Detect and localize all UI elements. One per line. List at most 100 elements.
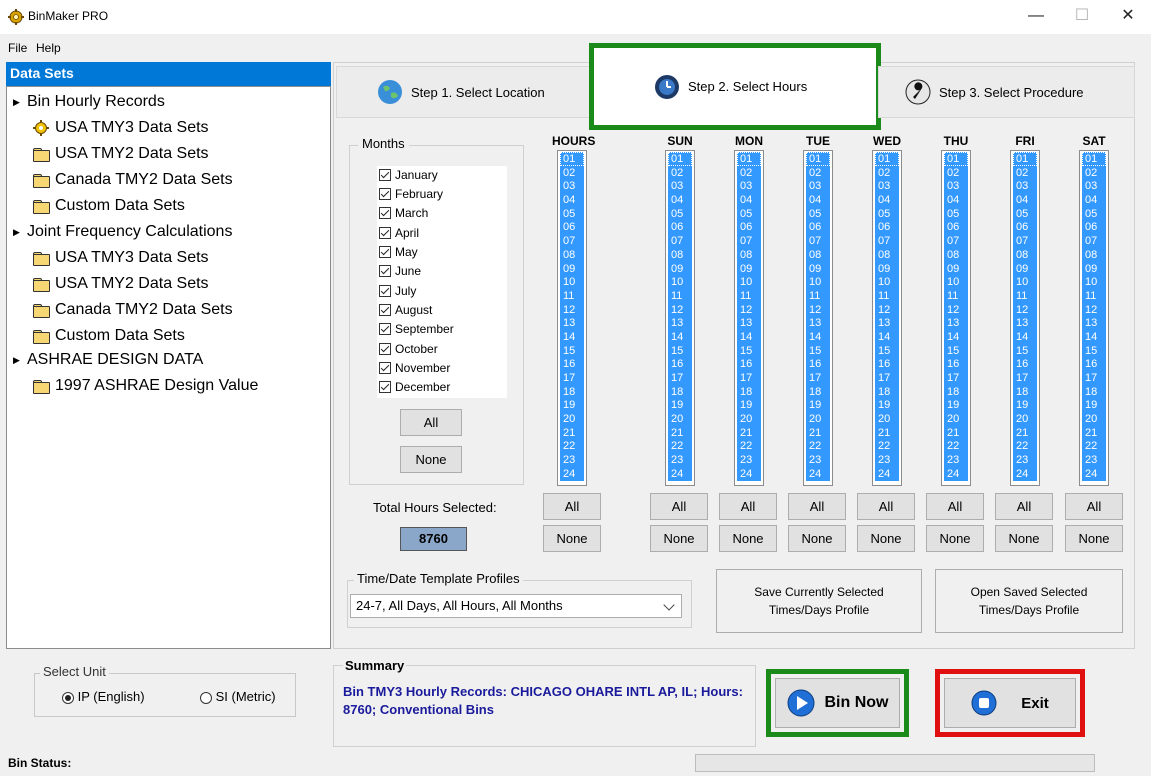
hour-item[interactable]: 22 [875, 439, 899, 454]
hour-item[interactable]: 11 [560, 288, 584, 303]
hour-item[interactable]: 15 [1082, 343, 1106, 358]
hour-item[interactable]: 23 [806, 453, 830, 467]
menu-help[interactable]: Help [36, 41, 61, 55]
open-profile-button[interactable]: Open Saved Selected Times/Days Profile [935, 569, 1123, 633]
column-none-button[interactable]: None [926, 525, 984, 552]
hour-item[interactable]: 01 [1013, 152, 1037, 166]
hour-item[interactable]: 15 [875, 343, 899, 358]
hour-item[interactable]: 21 [737, 425, 761, 440]
hour-item[interactable]: 10 [1013, 275, 1037, 289]
hour-item[interactable]: 18 [944, 384, 968, 399]
hour-item[interactable]: 13 [668, 316, 692, 330]
hour-listbox[interactable]: 01 02 03 04 05 06 07 08 09 10 11 12 13 14 15 16 17 18 19 20… [734, 150, 764, 486]
month-checkbox[interactable]: September [379, 322, 454, 336]
hour-item[interactable]: 16 [1082, 357, 1106, 371]
hour-item[interactable]: 01 [944, 152, 968, 166]
exit-button[interactable]: Exit [944, 678, 1076, 728]
hour-item[interactable]: 18 [668, 384, 692, 399]
hour-item[interactable]: 18 [737, 384, 761, 399]
hour-item[interactable]: 02 [668, 165, 692, 180]
months-none-button[interactable]: None [400, 446, 462, 473]
hour-item[interactable]: 24 [944, 466, 968, 481]
hour-item[interactable]: 15 [806, 343, 830, 358]
hour-item[interactable]: 22 [737, 439, 761, 454]
hour-item[interactable]: 12 [1013, 302, 1037, 317]
hour-item[interactable]: 17 [737, 371, 761, 385]
hour-item[interactable]: 07 [737, 234, 761, 248]
tree-item[interactable]: Custom Data Sets [33, 197, 185, 215]
month-checkbox[interactable]: December [379, 380, 450, 394]
tree-item[interactable]: 1997 ASHRAE Design Value [33, 377, 258, 395]
hour-item[interactable]: 24 [875, 466, 899, 481]
hour-item[interactable]: 04 [668, 193, 692, 207]
hour-item[interactable]: 20 [668, 412, 692, 426]
hour-item[interactable]: 08 [806, 247, 830, 262]
hour-item[interactable]: 03 [668, 179, 692, 194]
hour-item[interactable]: 07 [560, 234, 584, 248]
hour-item[interactable]: 19 [806, 398, 830, 413]
hour-listbox[interactable]: 01 02 03 04 05 06 07 08 09 10 11 12 13 14 15 16 17 18 19 20… [1079, 150, 1109, 486]
hour-item[interactable]: 16 [560, 357, 584, 371]
hour-item[interactable]: 13 [560, 316, 584, 330]
hour-item[interactable]: 16 [944, 357, 968, 371]
hour-item[interactable]: 06 [806, 220, 830, 235]
hour-item[interactable]: 21 [806, 425, 830, 440]
hour-item[interactable]: 18 [875, 384, 899, 399]
tab-select-hours[interactable]: Step 2. Select Hours [589, 43, 881, 130]
hour-item[interactable]: 14 [560, 329, 584, 344]
hour-item[interactable]: 10 [944, 275, 968, 289]
hour-item[interactable]: 01 [1082, 152, 1106, 166]
minimize-button[interactable]: — [1013, 0, 1059, 34]
hour-item[interactable]: 08 [737, 247, 761, 262]
hour-item[interactable]: 17 [1013, 371, 1037, 385]
hour-item[interactable]: 11 [875, 288, 899, 303]
hour-item[interactable]: 14 [668, 329, 692, 344]
hour-item[interactable]: 21 [944, 425, 968, 440]
hour-item[interactable]: 09 [737, 261, 761, 276]
hour-item[interactable]: 04 [737, 193, 761, 207]
hour-item[interactable]: 08 [944, 247, 968, 262]
hour-item[interactable]: 18 [1013, 384, 1037, 399]
unit-ip-radio[interactable]: IP (English) [62, 689, 145, 704]
hour-item[interactable]: 14 [806, 329, 830, 344]
hour-item[interactable]: 22 [806, 439, 830, 454]
months-checklist[interactable]: January February March April May June Ju… [377, 166, 507, 398]
template-profile-select[interactable]: 24-7, All Days, All Hours, All Months [350, 594, 682, 618]
hour-item[interactable]: 05 [560, 206, 584, 221]
expand-arrow-icon[interactable]: ▶ [13, 355, 27, 366]
hour-item[interactable]: 06 [1082, 220, 1106, 235]
hour-item[interactable]: 07 [944, 234, 968, 248]
month-checkbox[interactable]: January [379, 168, 438, 182]
hour-item[interactable]: 10 [668, 275, 692, 289]
month-checkbox[interactable]: February [379, 187, 443, 201]
hour-item[interactable]: 16 [875, 357, 899, 371]
hour-listbox[interactable]: 01 02 03 04 05 06 07 08 09 10 11 12 13 14 15 16 17 18 19 20… [557, 150, 587, 486]
maximize-button[interactable]: ☐ [1059, 0, 1105, 34]
hour-item[interactable]: 09 [944, 261, 968, 276]
hour-item[interactable]: 03 [875, 179, 899, 194]
hour-item[interactable]: 06 [875, 220, 899, 235]
hour-item[interactable]: 23 [668, 453, 692, 467]
tree-item[interactable]: USA TMY3 Data Sets [33, 119, 209, 137]
month-checkbox[interactable]: August [379, 303, 432, 317]
hour-item[interactable]: 07 [1013, 234, 1037, 248]
hour-item[interactable]: 14 [737, 329, 761, 344]
hour-item[interactable]: 19 [1082, 398, 1106, 413]
hour-item[interactable]: 16 [806, 357, 830, 371]
hour-item[interactable]: 15 [737, 343, 761, 358]
hour-item[interactable]: 17 [1082, 371, 1106, 385]
column-none-button[interactable]: None [857, 525, 915, 552]
hour-item[interactable]: 15 [560, 343, 584, 358]
hour-item[interactable]: 21 [1082, 425, 1106, 440]
hour-item[interactable]: 09 [560, 261, 584, 276]
hour-item[interactable]: 04 [560, 193, 584, 207]
hour-item[interactable]: 07 [1082, 234, 1106, 248]
hour-item[interactable]: 05 [875, 206, 899, 221]
hour-item[interactable]: 23 [737, 453, 761, 467]
tree-item[interactable]: USA TMY2 Data Sets [33, 275, 209, 293]
hour-item[interactable]: 20 [875, 412, 899, 426]
hour-item[interactable]: 08 [560, 247, 584, 262]
column-none-button[interactable]: None [650, 525, 708, 552]
hour-item[interactable]: 03 [737, 179, 761, 194]
hour-item[interactable]: 02 [1013, 165, 1037, 180]
